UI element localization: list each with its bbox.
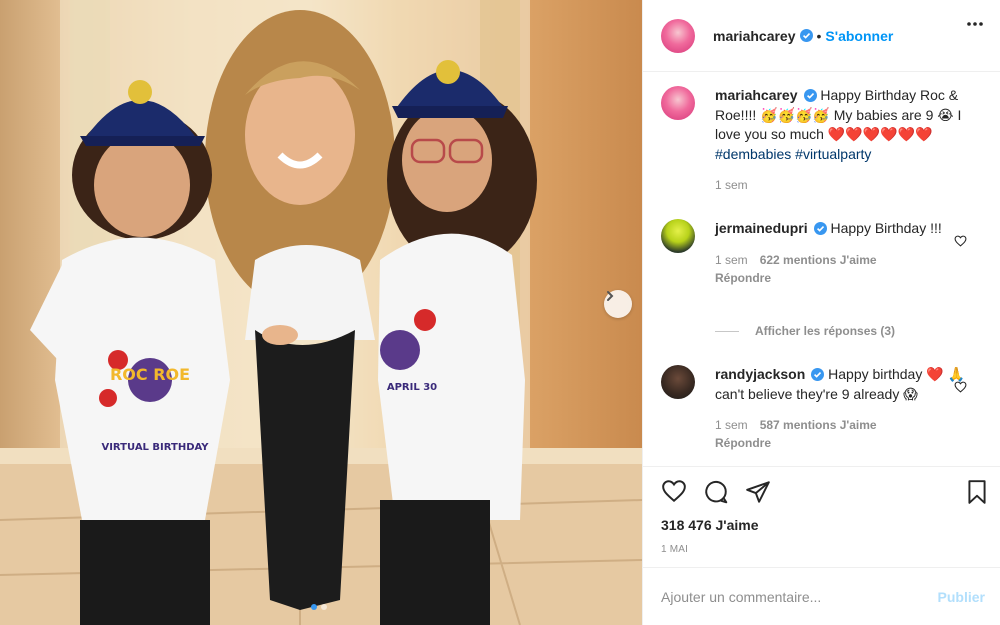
post-photo[interactable]: ROC ROE VIRTUAL BIRTHDAY APRIL 30	[0, 0, 642, 625]
show-replies-button[interactable]: Afficher les réponses (3)	[715, 324, 895, 338]
publish-button[interactable]: Publier	[938, 589, 985, 605]
follow-button[interactable]: S'abonner	[825, 28, 893, 44]
commenter-avatar[interactable]	[661, 219, 695, 253]
comments-list[interactable]: mariahcarey Happy Birthday Roc & Roe!!!!…	[643, 73, 1000, 465]
verified-badge-icon	[811, 368, 825, 381]
comment-bubble-icon[interactable]	[703, 479, 729, 505]
caption-author-username[interactable]: mariahcarey	[715, 87, 798, 103]
comment-input[interactable]	[661, 588, 938, 605]
like-heart-icon[interactable]	[661, 479, 687, 503]
comment-likes[interactable]: 622 mentions J'aime	[760, 253, 877, 267]
caption-author-avatar[interactable]	[661, 86, 695, 120]
add-comment-bar: Publier	[643, 567, 1000, 625]
comment-meta: 1 sem 622 mentions J'aime	[715, 253, 989, 267]
post-header: mariahcarey • S'abonner	[643, 0, 1000, 72]
show-replies-line	[715, 330, 739, 332]
commenter-username[interactable]: jermainedupri	[715, 220, 808, 236]
carousel-dot	[321, 604, 327, 610]
reply-button[interactable]: Répondre	[715, 271, 989, 285]
verified-badge-icon	[813, 222, 827, 235]
comment-item: randyjackson Happy birthday ❤️ 🙏 can't b…	[661, 365, 989, 450]
chevron-right-icon	[607, 291, 614, 301]
more-options-icon	[967, 22, 983, 26]
caption-time[interactable]: 1 sem	[715, 178, 748, 192]
comment-time[interactable]: 1 sem	[715, 418, 748, 432]
show-replies-label: Afficher les réponses (3)	[755, 324, 896, 338]
like-comment-heart-icon[interactable]	[954, 381, 967, 393]
next-photo-button[interactable]	[604, 290, 632, 318]
post-caption: mariahcarey Happy Birthday Roc & Roe!!!!…	[661, 86, 989, 192]
comment-item: jermainedupri Happy Birthday !!! 1 sem 62…	[661, 219, 989, 285]
post-date[interactable]: 1 MAI	[661, 544, 688, 555]
author-username[interactable]: mariahcarey	[713, 28, 796, 44]
comment-likes[interactable]: 587 mentions J'aime	[760, 418, 877, 432]
carousel-indicator	[311, 604, 327, 610]
post-likes-count[interactable]: 318 476 J'aime	[661, 517, 759, 533]
instagram-post: ROC ROE VIRTUAL BIRTHDAY APRIL 30 mariah…	[0, 0, 1000, 625]
photo-illustration: ROC ROE VIRTUAL BIRTHDAY APRIL 30	[0, 0, 642, 625]
commenter-username[interactable]: randyjackson	[715, 366, 805, 382]
shirt-text-left-sub: VIRTUAL BIRTHDAY	[101, 442, 209, 453]
header-separator: •	[816, 27, 822, 44]
caption-hashtags[interactable]: #dembabies #virtualparty	[715, 146, 871, 162]
commenter-avatar[interactable]	[661, 365, 695, 399]
save-bookmark-icon[interactable]	[965, 479, 989, 505]
comment-text: Happy Birthday !!!	[830, 220, 942, 236]
author-avatar[interactable]	[661, 18, 695, 53]
more-options-button[interactable]	[965, 14, 985, 34]
post-actions: 318 476 J'aime 1 MAI	[643, 466, 1000, 566]
post-side-panel: mariahcarey • S'abonner mariahcarey Happ…	[642, 0, 1000, 625]
reply-button[interactable]: Répondre	[715, 436, 989, 450]
caption-meta: 1 sem	[715, 178, 989, 192]
comment-time[interactable]: 1 sem	[715, 253, 748, 267]
verified-badge-icon	[803, 89, 817, 102]
shirt-text-left: ROC ROE	[110, 365, 190, 384]
carousel-dot-active	[311, 604, 317, 610]
verified-badge-icon	[799, 29, 813, 42]
share-send-icon[interactable]	[745, 479, 771, 505]
comment-meta: 1 sem 587 mentions J'aime	[715, 418, 989, 432]
like-comment-heart-icon[interactable]	[954, 235, 967, 247]
shirt-text-right: APRIL 30	[387, 382, 437, 393]
